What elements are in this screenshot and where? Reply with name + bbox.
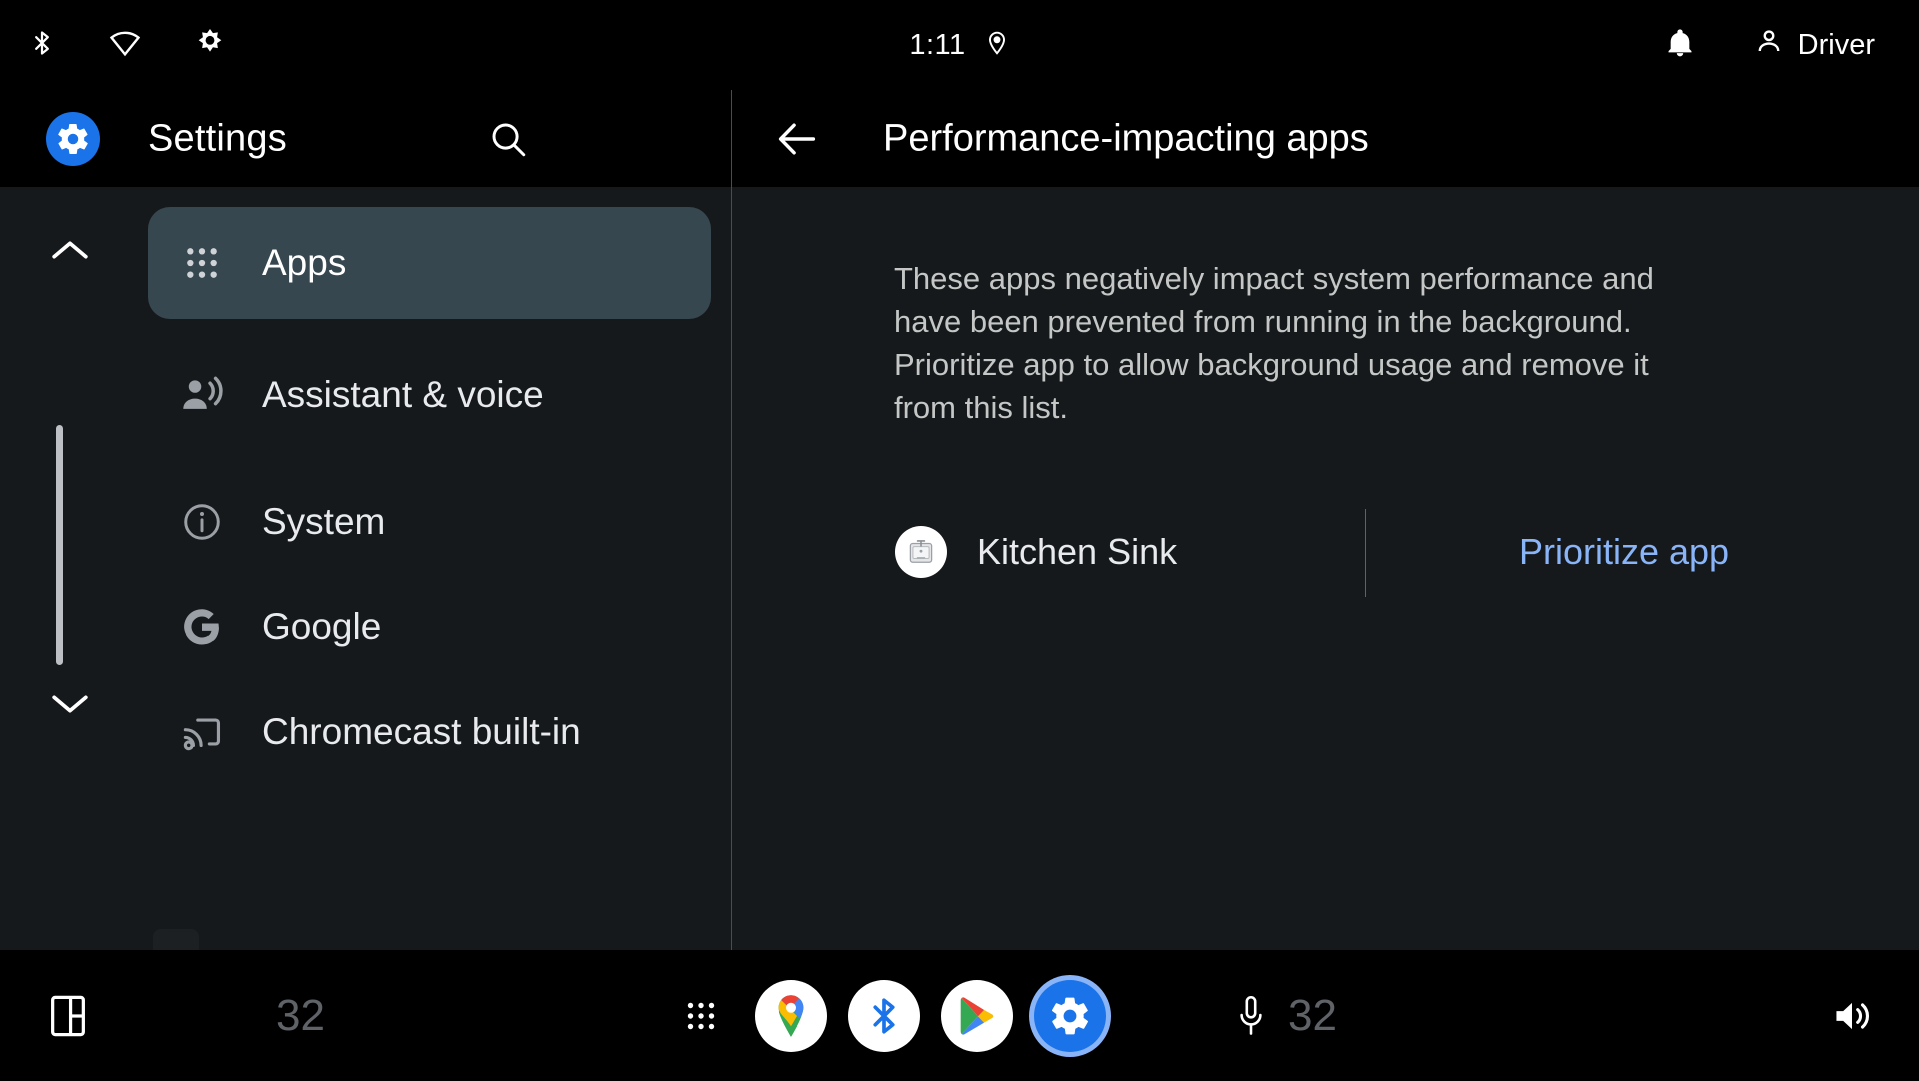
bluetooth-icon[interactable] (848, 979, 920, 1052)
chevron-down-icon[interactable] (48, 682, 92, 726)
chevron-up-icon[interactable] (48, 228, 92, 272)
person-icon (1754, 26, 1784, 64)
maps-icon[interactable] (755, 979, 827, 1052)
main-header: Performance-impacting apps (732, 90, 1919, 187)
play-store-icon[interactable] (941, 979, 1013, 1052)
app-list-row: Kitchen Sink Prioritize app (732, 496, 1919, 608)
back-arrow-icon[interactable] (769, 111, 825, 167)
volume-icon[interactable] (1828, 992, 1876, 1040)
main-page-title: Performance-impacting apps (883, 117, 1369, 159)
info-circle-icon (176, 496, 228, 548)
sidebar-scrollbar-thumb[interactable] (56, 425, 63, 665)
settings-gear-icon (46, 111, 100, 166)
bell-icon[interactable] (1664, 26, 1696, 65)
sidebar-item-label: Assistant & voice (262, 374, 544, 415)
apps-grid-icon (176, 237, 228, 289)
sidebar-item-chromecast-built-in[interactable]: Chromecast built-in (148, 676, 711, 788)
prioritize-app-button[interactable]: Prioritize app (1329, 531, 1919, 573)
search-icon[interactable] (481, 112, 535, 166)
sidebar-item-label: System (262, 501, 386, 542)
assistant-voice-icon (176, 369, 228, 421)
sidebar-item-label: Apps (262, 242, 347, 283)
settings-nav-list[interactable]: Apps Assistant & voice System Google Chr… (0, 187, 731, 950)
temperature-right-label[interactable]: 32 (1288, 991, 1337, 1041)
status-bar: 1:11 Driver (0, 0, 1919, 90)
kitchen-sink-app-icon (895, 526, 947, 578)
split-panel-icon[interactable] (44, 992, 92, 1040)
google-g-icon (176, 601, 228, 653)
bottom-bar-app-shortcuts (755, 979, 1106, 1052)
user-profile-button[interactable]: Driver (1754, 26, 1875, 64)
sidebar-item-label: Chromecast built-in (262, 711, 581, 752)
page-description: These apps negatively impact system perf… (894, 261, 1654, 425)
settings-icon[interactable] (1034, 979, 1106, 1052)
sidebar-item-system[interactable]: System (148, 466, 711, 578)
sidebar-item-google[interactable]: Google (148, 571, 711, 683)
settings-sidebar: Settings Apps Assistant & voice System G… (0, 90, 731, 950)
sidebar-item-partial-icon (153, 929, 199, 950)
main-panel: Performance-impacting apps These apps ne… (732, 90, 1919, 950)
status-bar-center: 1:11 (0, 0, 1919, 90)
sidebar-item-label: Google (262, 606, 382, 647)
clock-time: 1:11 (909, 28, 966, 61)
sidebar-item-apps[interactable]: Apps (148, 207, 711, 319)
location-pin-icon (984, 26, 1010, 65)
status-bar-right: Driver (1664, 0, 1875, 90)
sidebar-item-assistant-voice[interactable]: Assistant & voice (148, 339, 711, 451)
sidebar-header: Settings (0, 90, 731, 187)
app-grid-icon[interactable] (679, 994, 723, 1038)
temperature-left-label[interactable]: 32 (276, 991, 325, 1041)
page-title: Settings (148, 117, 287, 159)
cast-icon (176, 706, 228, 758)
microphone-icon[interactable] (1229, 994, 1273, 1038)
user-name-label: Driver (1797, 28, 1875, 61)
app-name-label: Kitchen Sink (977, 531, 1178, 572)
bottom-navigation-bar: 32 32 (0, 950, 1919, 1081)
car-settings-screen: 1:11 Driver Settings Apps Assistant & vo… (0, 0, 1919, 1081)
